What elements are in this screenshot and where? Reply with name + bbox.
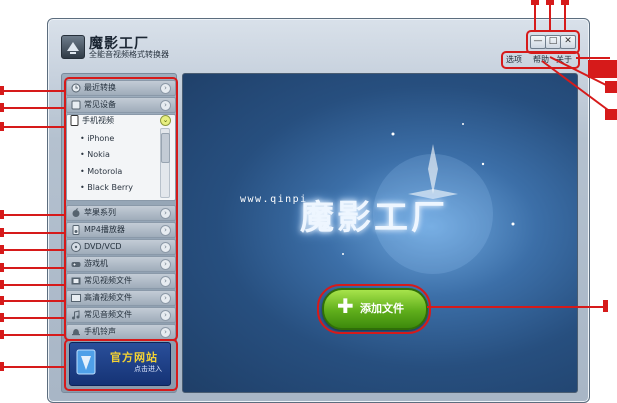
app-logo-icon <box>61 35 85 59</box>
annotation-add-button-box <box>317 284 431 334</box>
annotation-diagonals <box>541 56 611 111</box>
annotation-marker <box>0 210 4 219</box>
annotation-marker <box>0 296 4 305</box>
annotation-line <box>3 317 64 319</box>
annotation-line <box>3 334 64 336</box>
annotation-line <box>3 214 64 216</box>
annotation-marker <box>0 263 4 272</box>
annotation-marker <box>0 313 4 322</box>
annotation-line <box>3 107 64 109</box>
watermark-text: www.qinpi <box>240 194 308 205</box>
annotation-line <box>3 232 64 234</box>
annotation-promo-box <box>64 339 178 391</box>
annotation-line <box>3 249 64 251</box>
annotation-marker <box>561 0 569 5</box>
annotation-line <box>3 284 64 286</box>
annotation-marker <box>531 0 539 5</box>
annotation-line <box>3 126 64 128</box>
annotation-marker <box>603 300 608 312</box>
annotation-marker <box>0 280 4 289</box>
annotation-marker <box>546 0 554 5</box>
app-subtitle: 全能音视频格式转换器 <box>89 50 169 59</box>
annotation-line <box>3 90 64 92</box>
annotation-marker <box>0 122 4 131</box>
annotation-line <box>427 306 607 308</box>
annotation-marker <box>0 330 4 339</box>
annotation-marker <box>0 228 4 237</box>
annotation-marker <box>0 103 4 112</box>
annotation-marker <box>0 362 4 371</box>
annotation-marker <box>0 86 4 95</box>
annotation-marker <box>0 245 4 254</box>
hero-logo: 魔影工厂 <box>300 198 448 238</box>
annotation-sidebar-box <box>64 77 178 341</box>
annotation-line <box>3 267 64 269</box>
annotation-line <box>3 366 64 368</box>
annotation-line <box>3 300 64 302</box>
